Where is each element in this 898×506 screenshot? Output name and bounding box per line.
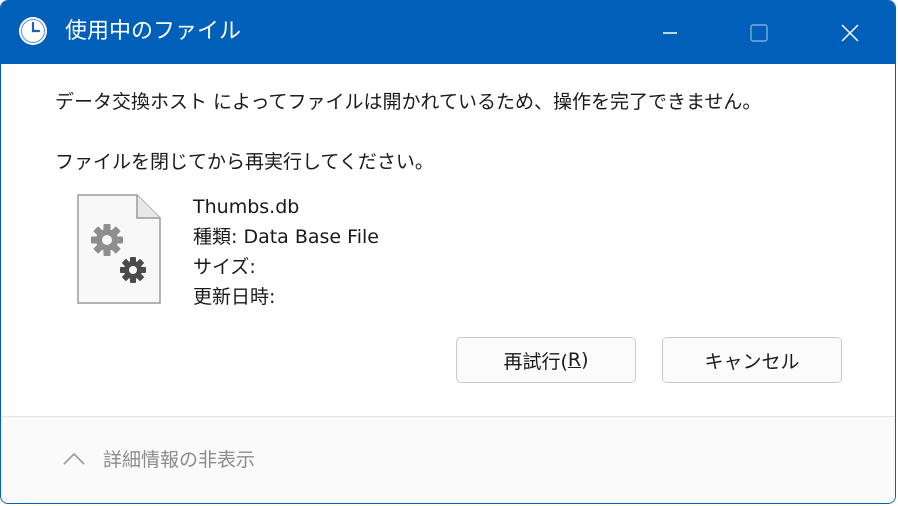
clock-icon xyxy=(19,17,47,45)
file-size: サイズ: xyxy=(193,256,256,278)
minimize-button[interactable] xyxy=(624,1,716,64)
retry-label-suffix: ) xyxy=(581,349,589,371)
maximize-icon xyxy=(750,23,768,42)
close-button[interactable] xyxy=(804,1,895,64)
close-icon xyxy=(841,23,859,42)
file-name: Thumbs.db xyxy=(193,196,300,218)
settings-file-icon xyxy=(77,194,161,304)
file-modified: 更新日時: xyxy=(193,286,276,308)
retry-button[interactable]: 再試行(R) xyxy=(456,337,636,383)
minimize-icon xyxy=(663,31,677,34)
dialog-footer: 詳細情報の非表示 xyxy=(1,416,895,503)
file-info: Thumbs.db 種類: Data Base File サイズ: 更新日時: xyxy=(193,192,379,312)
file-in-use-dialog: 使用中のファイル データ交換ホスト によってファイルは開かれているため、操作を完… xyxy=(0,0,896,504)
title-bar: 使用中のファイル xyxy=(1,1,895,64)
retry-accelerator: R xyxy=(567,349,582,371)
file-type: 種類: Data Base File xyxy=(193,226,379,248)
dialog-title: 使用中のファイル xyxy=(65,19,242,44)
error-message: データ交換ホスト によってファイルは開かれているため、操作を完了できません。 xyxy=(55,91,762,113)
chevron-up-icon xyxy=(63,452,85,465)
maximize-button[interactable] xyxy=(713,1,805,64)
cancel-button[interactable]: キャンセル xyxy=(662,337,842,383)
retry-label-prefix: 再試行( xyxy=(503,350,568,373)
hide-details-label: 詳細情報の非表示 xyxy=(103,449,256,471)
hide-details-toggle[interactable]: 詳細情報の非表示 xyxy=(61,445,255,472)
instruction-message: ファイルを閉じてから再実行してください。 xyxy=(55,151,434,173)
